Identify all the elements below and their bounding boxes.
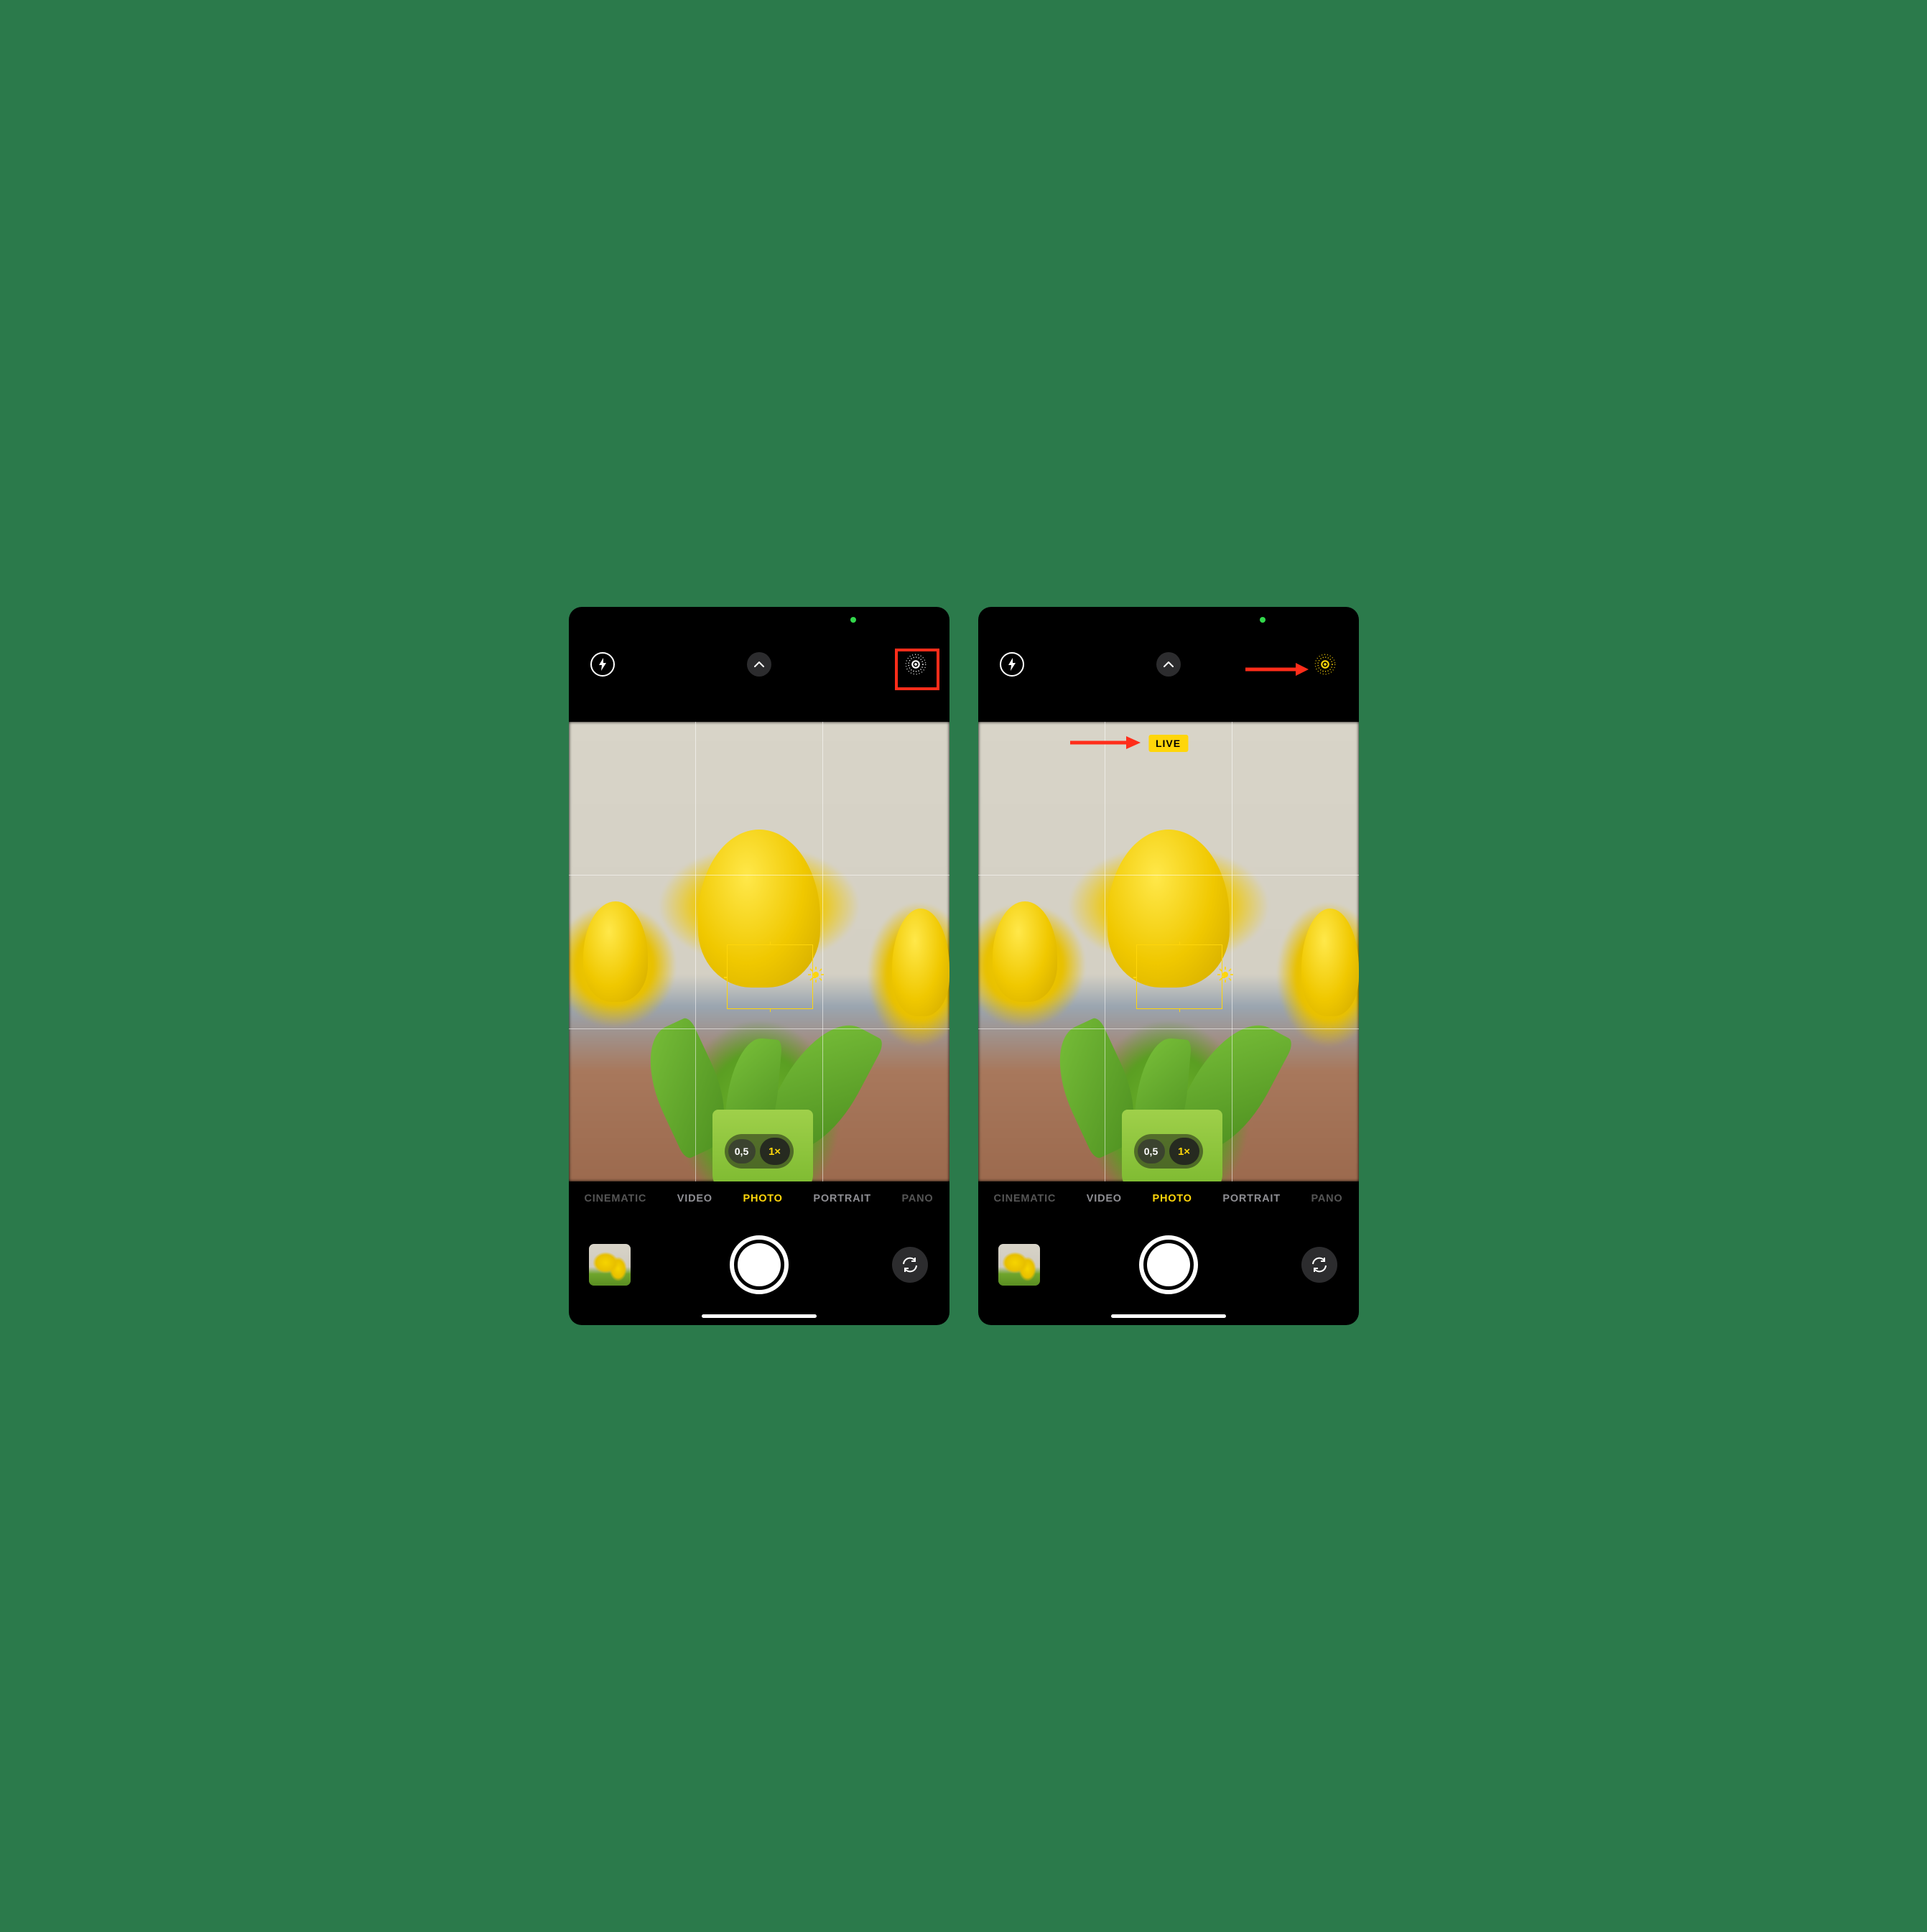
zoom-wide-button[interactable]: 0,5: [1138, 1139, 1165, 1164]
phone-right: LIVE 0,5 1× CINEMATIC: [978, 607, 1359, 1325]
annotation-arrow-top: [1245, 661, 1310, 681]
zoom-selector: 0,5 1×: [1134, 1134, 1203, 1169]
mode-pano[interactable]: PANO: [1311, 1193, 1342, 1204]
shutter-button[interactable]: [1139, 1235, 1198, 1294]
exposure-sun-icon[interactable]: [1217, 967, 1233, 983]
mode-portrait[interactable]: PORTRAIT: [813, 1193, 871, 1204]
camera-mode-selector[interactable]: CINEMATIC VIDEO PHOTO PORTRAIT PANO: [569, 1181, 949, 1204]
home-indicator[interactable]: [702, 1314, 817, 1318]
zoom-main-button[interactable]: 1×: [760, 1138, 790, 1165]
live-badge: LIVE: [1148, 735, 1188, 752]
photo-library-thumbnail[interactable]: [589, 1244, 631, 1286]
flash-button[interactable]: [590, 652, 615, 677]
exposure-sun-icon[interactable]: [808, 967, 824, 983]
photo-library-thumbnail[interactable]: [998, 1244, 1040, 1286]
mode-cinematic[interactable]: CINEMATIC: [585, 1193, 647, 1204]
zoom-wide-button[interactable]: 0,5: [728, 1139, 756, 1164]
camera-flip-button[interactable]: [1301, 1247, 1337, 1283]
live-photo-button[interactable]: [904, 652, 928, 677]
mode-cinematic[interactable]: CINEMATIC: [994, 1193, 1057, 1204]
home-indicator[interactable]: [1111, 1314, 1226, 1318]
zoom-main-button[interactable]: 1×: [1169, 1138, 1199, 1165]
zoom-selector: 0,5 1×: [725, 1134, 794, 1169]
camera-mode-selector[interactable]: CINEMATIC VIDEO PHOTO PORTRAIT PANO: [978, 1181, 1359, 1204]
mode-video[interactable]: VIDEO: [677, 1193, 712, 1204]
focus-indicator[interactable]: [1136, 944, 1222, 1009]
camera-controls: [569, 1204, 949, 1325]
camera-top-bar: [978, 607, 1359, 722]
focus-indicator[interactable]: [727, 944, 813, 1009]
camera-viewfinder[interactable]: 0,5 1×: [569, 722, 949, 1181]
mode-pano[interactable]: PANO: [901, 1193, 933, 1204]
camera-top-bar: [569, 607, 949, 722]
mode-photo[interactable]: PHOTO: [1152, 1193, 1192, 1204]
camera-viewfinder[interactable]: LIVE 0,5 1×: [978, 722, 1359, 1181]
camera-flip-button[interactable]: [892, 1247, 928, 1283]
camera-controls: [978, 1204, 1359, 1325]
live-photo-button-active[interactable]: [1313, 652, 1337, 677]
mode-video[interactable]: VIDEO: [1087, 1193, 1122, 1204]
shutter-button[interactable]: [730, 1235, 789, 1294]
flash-button[interactable]: [1000, 652, 1024, 677]
mode-photo[interactable]: PHOTO: [743, 1193, 782, 1204]
camera-options-toggle[interactable]: [747, 652, 771, 677]
mode-portrait[interactable]: PORTRAIT: [1222, 1193, 1281, 1204]
camera-options-toggle[interactable]: [1156, 652, 1181, 677]
phone-left: 0,5 1× CINEMATIC VIDEO PHOTO PORTRAIT PA…: [569, 607, 949, 1325]
